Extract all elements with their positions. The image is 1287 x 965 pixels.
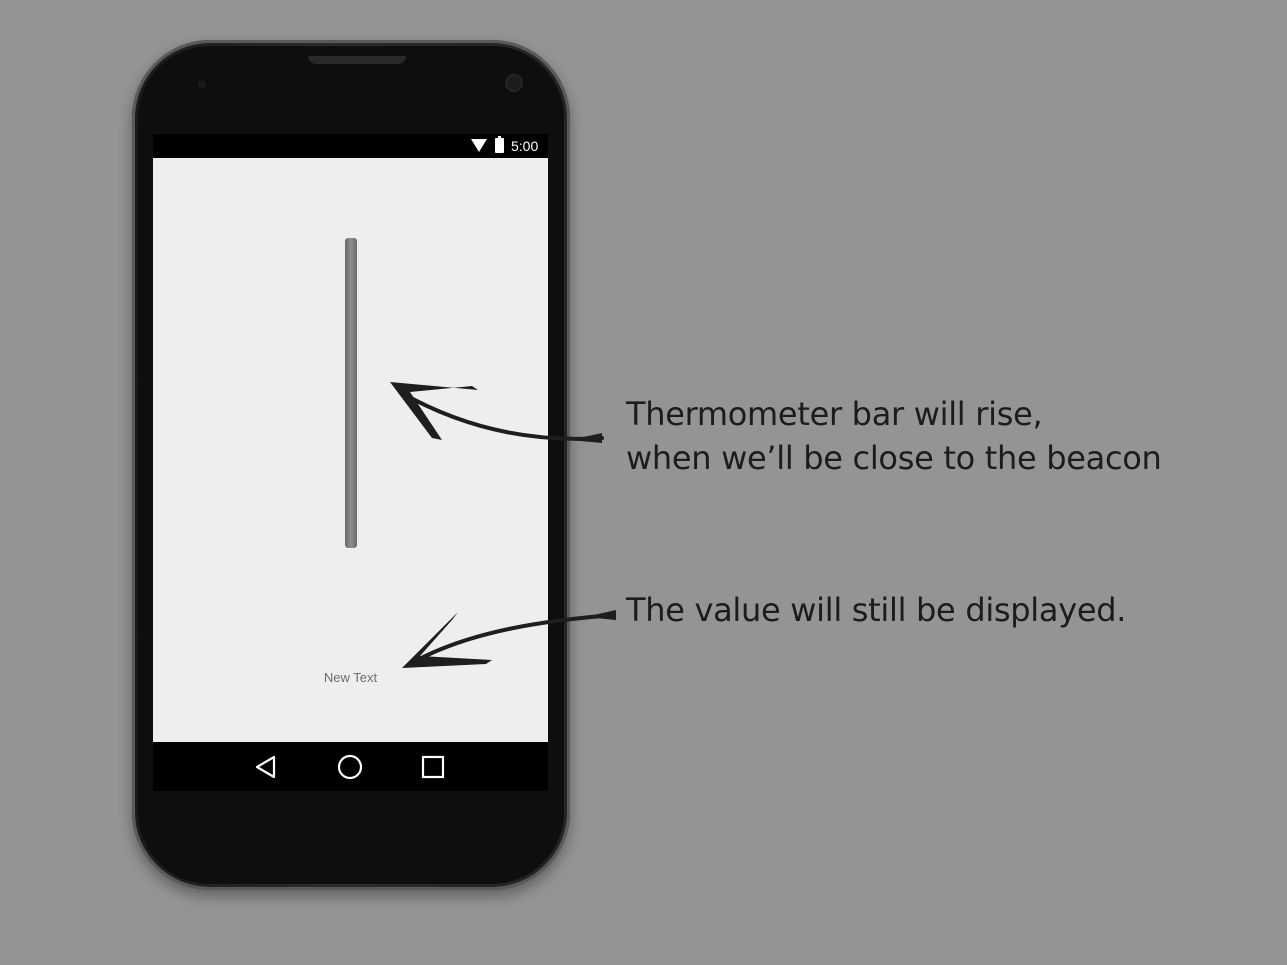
recents-button[interactable] [416, 750, 450, 784]
thermometer-callout-line-1: Thermometer bar will rise, [626, 395, 1043, 433]
navigation-bar [153, 742, 548, 791]
battery-icon [495, 136, 504, 153]
front-camera [507, 76, 521, 90]
wifi-icon [471, 139, 487, 152]
back-button[interactable] [250, 750, 284, 784]
back-icon [255, 755, 276, 779]
thermometer-callout: Thermometer bar will rise, when we’ll be… [626, 392, 1162, 480]
device-screen: 5:00 New Text [153, 134, 548, 791]
proximity-sensor [198, 81, 206, 89]
value-callout: The value will still be displayed. [626, 588, 1126, 632]
thermometer-callout-line-2: when we’ll be close to the beacon [626, 439, 1162, 477]
app-content: New Text [153, 158, 548, 742]
recents-icon [421, 755, 445, 779]
earpiece-speaker [308, 56, 406, 64]
phone-frame: 5:00 New Text [132, 40, 570, 890]
value-callout-line: The value will still be displayed. [626, 591, 1127, 629]
value-text: New Text [323, 670, 378, 685]
thermometer-bar [345, 238, 357, 548]
status-bar: 5:00 [153, 134, 548, 158]
home-icon [337, 754, 363, 780]
status-time: 5:00 [511, 138, 539, 154]
home-button[interactable] [333, 750, 367, 784]
